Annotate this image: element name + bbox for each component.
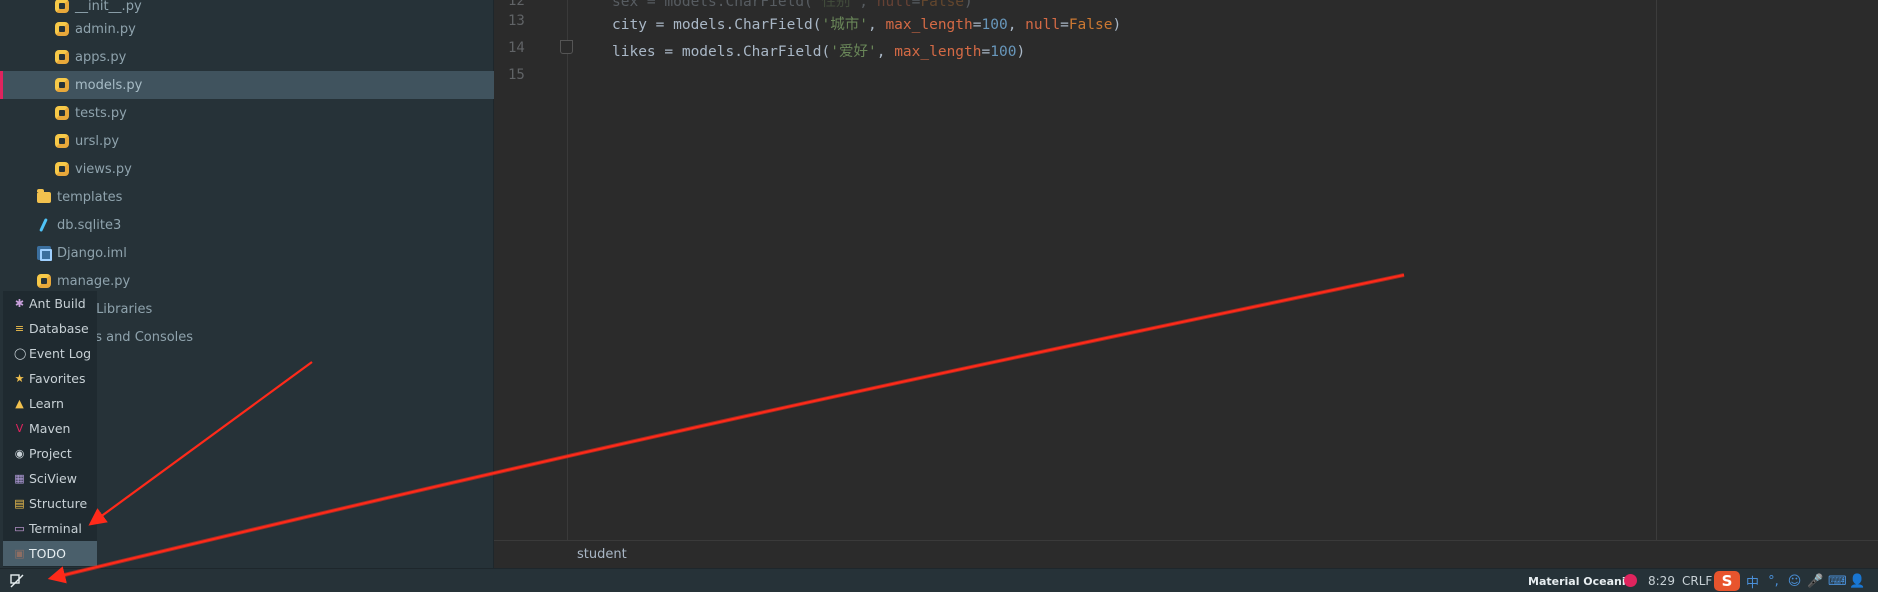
right-margin-guide [1656, 0, 1657, 540]
tool-window-favorites[interactable]: ★ Favorites [3, 366, 97, 391]
tree-item-templates[interactable]: templates [0, 183, 494, 211]
tool-window-label: Structure [29, 496, 88, 511]
ime-voice-icon[interactable]: 🎤 [1807, 574, 1824, 589]
editor-breadcrumb-bar: student [494, 540, 1878, 568]
tool-window-structure[interactable]: ▤ Structure [3, 491, 97, 516]
tool-window-label: TODO [29, 546, 66, 561]
editor-gutter: 12 13 14 15 [494, 0, 573, 540]
todo-icon: ▣ [14, 547, 25, 560]
tree-item-ursl-py[interactable]: ursl.py [0, 127, 494, 155]
tool-window-label: Maven [29, 421, 71, 436]
star-icon: ★ [14, 372, 25, 385]
ime-language-toggle[interactable]: 中 [1744, 572, 1761, 591]
tree-item-views-py[interactable]: views.py [0, 155, 494, 183]
line-number: 14 [508, 40, 525, 56]
tree-item-label: models.py [75, 77, 143, 93]
graduation-cap-icon: ▲ [15, 397, 24, 410]
tool-windows-toggle-icon[interactable] [10, 574, 24, 588]
database-icon: ≡ [14, 322, 25, 335]
grid-icon: ▦ [14, 472, 25, 485]
tree-item-label: tests.py [75, 105, 127, 121]
tree-item-label: Django.iml [57, 245, 127, 261]
python-file-icon [55, 50, 69, 64]
structure-icon: ▤ [14, 497, 25, 510]
tree-item-label: db.sqlite3 [57, 217, 122, 233]
python-file-icon [55, 162, 69, 176]
tree-item-label: manage.py [57, 273, 131, 289]
breadcrumb-class[interactable]: student [577, 547, 627, 562]
tool-window-label: Terminal [29, 521, 82, 536]
tool-window-label: Event Log [29, 346, 92, 361]
ime-toolbar: S 中 °, ☺ 🎤 ⌨ 👤 [1714, 570, 1878, 592]
tool-window-maven[interactable]: V Maven [3, 416, 97, 441]
python-file-icon [55, 22, 69, 36]
tool-window-label: Learn [29, 396, 64, 411]
code-line-13: city = models.CharField('城市', max_length… [612, 17, 1122, 33]
tool-window-label: Project [29, 446, 72, 461]
ant-icon: ✱ [14, 297, 25, 310]
tool-window-sciview[interactable]: ▦ SciView [3, 466, 97, 491]
tool-window-ant-build[interactable]: ✱ Ant Build [3, 291, 97, 316]
fold-marker-icon[interactable] [560, 40, 573, 54]
tree-item-label: templates [57, 189, 123, 205]
ime-punctuation-toggle[interactable]: °, [1765, 574, 1782, 589]
python-file-icon [55, 134, 69, 148]
maven-icon: V [15, 422, 24, 435]
line-number: 13 [508, 13, 525, 29]
tool-window-terminal[interactable]: ▭ Terminal [3, 516, 97, 541]
tree-item-apps-py[interactable]: apps.py [0, 43, 494, 71]
line-number: 12 [508, 0, 525, 9]
tool-window-learn[interactable]: ▲ Learn [3, 391, 97, 416]
tool-window-event-log[interactable]: ◯ Event Log [3, 341, 97, 366]
terminal-icon: ▭ [14, 522, 25, 535]
tree-item-label: admin.py [75, 21, 136, 37]
theme-color-indicator[interactable] [1624, 574, 1637, 587]
tool-window-label: SciView [29, 471, 77, 486]
tree-item-label: __init__.py [75, 0, 142, 14]
code-line-12: sex = models.CharField('性别', null=False) [612, 0, 973, 10]
tool-window-todo[interactable]: ▣ TODO [3, 541, 97, 566]
tree-item-tests-py[interactable]: tests.py [0, 99, 494, 127]
python-file-icon [55, 0, 69, 13]
tree-item-label: ursl.py [75, 133, 120, 149]
line-number: 15 [508, 67, 525, 83]
sqlite-file-icon [37, 218, 51, 232]
tree-item-label: apps.py [75, 49, 127, 65]
tool-windows-popup-menu: ✱ Ant Build ≡ Database ◯ Event Log ★ Favorites ▲… [3, 291, 97, 567]
code-line-14: likes = models.CharField('爱好', max_lengt… [612, 44, 1026, 60]
tree-item-models-py[interactable]: models.py [0, 71, 494, 99]
python-file-icon [37, 274, 51, 288]
python-file-icon [55, 106, 69, 120]
tree-item-django-iml[interactable]: Django.iml [0, 239, 494, 267]
cursor-position[interactable]: 8:29 [1648, 574, 1675, 588]
tree-item-label: views.py [75, 161, 132, 177]
tool-window-label: Favorites [29, 371, 86, 386]
line-separator[interactable]: CRLF [1682, 574, 1712, 588]
tool-window-project[interactable]: ◉ Project [3, 441, 97, 466]
ime-keyboard-icon[interactable]: ⌨ [1828, 574, 1847, 589]
python-file-icon [55, 78, 69, 92]
event-log-icon: ◯ [14, 347, 27, 360]
ime-user-icon[interactable]: 👤 [1849, 574, 1866, 589]
iml-file-icon [37, 246, 52, 261]
tree-item-db-sqlite3[interactable]: db.sqlite3 [0, 211, 494, 239]
project-icon: ◉ [14, 447, 25, 460]
tool-window-label: Database [29, 321, 89, 336]
ime-emoji-icon[interactable]: ☺ [1786, 574, 1803, 589]
tool-window-database[interactable]: ≡ Database [3, 316, 97, 341]
code-editor[interactable]: 12 13 14 15 sex = models.CharField('性别',… [494, 0, 1878, 540]
status-bar: Material Oceanic 8:29 CRLF [0, 568, 1878, 592]
sogou-ime-logo-icon[interactable]: S [1714, 571, 1740, 591]
tree-item-admin-py[interactable]: admin.py [0, 15, 494, 43]
theme-name[interactable]: Material Oceanic [1528, 575, 1632, 588]
tool-window-label: Ant Build [29, 296, 86, 311]
folder-icon [37, 188, 51, 203]
